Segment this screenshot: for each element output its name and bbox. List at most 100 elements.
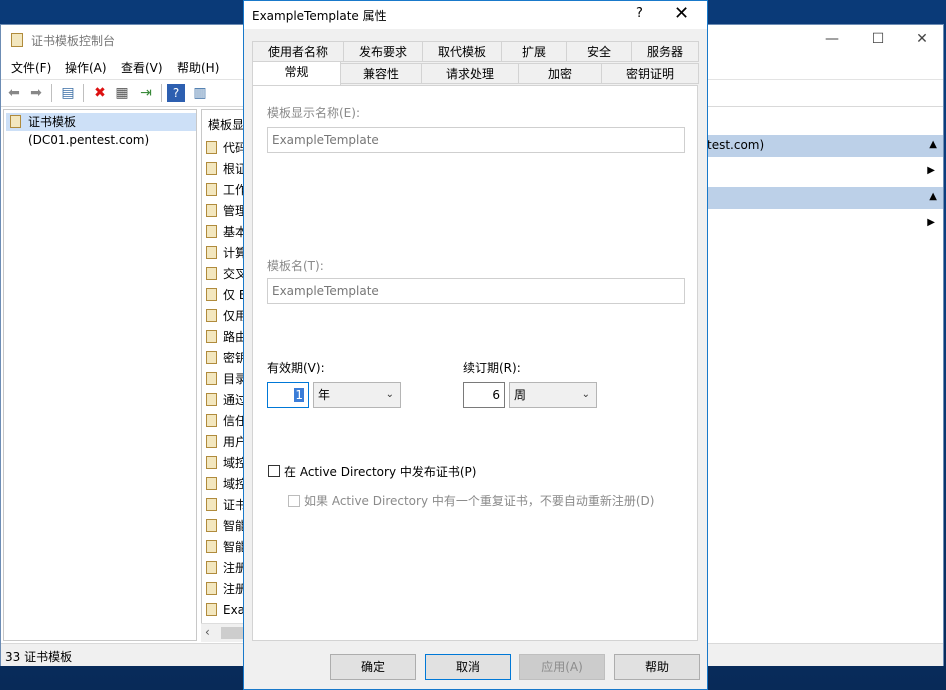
publish-in-ad-checkbox[interactable]	[268, 465, 280, 477]
validity-period-label: 有效期(V):	[267, 361, 325, 375]
template-list-item[interactable]: 代码	[206, 138, 247, 158]
certificate-template-icon	[206, 330, 217, 343]
more-actions-arrow-icon[interactable]: ▶	[927, 217, 935, 228]
ok-button[interactable]: 确定	[330, 654, 416, 680]
actions-section-title: test.com)	[707, 138, 765, 152]
tab-subject-name[interactable]: 使用者名称	[252, 41, 344, 62]
certificate-template-icon	[206, 141, 217, 154]
apply-button[interactable]: 应用(A)	[519, 654, 605, 680]
renewal-unit-value: 周	[514, 388, 527, 402]
template-list-item[interactable]: 注册	[206, 558, 247, 578]
template-list-item[interactable]: 证书	[206, 495, 247, 515]
publish-in-ad-label[interactable]: 在 Active Directory 中发布证书(P)	[284, 463, 476, 480]
context-help-icon[interactable]: ?	[636, 6, 643, 21]
chevron-down-icon: ⌄	[581, 389, 590, 400]
list-column-header-display-name[interactable]: 模板显	[208, 116, 244, 133]
actions-section-header[interactable]: test.com) ▲	[707, 135, 943, 157]
template-list-item[interactable]: 智能	[206, 537, 247, 557]
no-auto-reenroll-label[interactable]: 如果 Active Directory 中有一个重复证书，不要自动重新注册(D)	[304, 492, 654, 509]
export-list-icon[interactable]: ⇥	[137, 84, 155, 102]
validity-unit-value: 年	[318, 388, 331, 402]
tab-request-handling[interactable]: 请求处理	[421, 63, 519, 84]
certificate-template-icon	[206, 246, 217, 259]
validity-unit-select[interactable]: 年 ⌄	[313, 382, 401, 408]
console-app-icon	[11, 33, 23, 47]
tab-cryptography[interactable]: 加密	[518, 63, 602, 84]
scroll-left-icon[interactable]: ‹	[205, 625, 210, 639]
help-button[interactable]: 帮助	[614, 654, 700, 680]
toolbar-separator	[51, 84, 52, 102]
tab-server[interactable]: 服务器	[631, 41, 699, 62]
template-list-item[interactable]: 通过	[206, 390, 247, 410]
collapse-up-icon[interactable]: ▲	[929, 139, 937, 150]
forward-arrow-icon[interactable]: ➡	[27, 84, 45, 102]
template-list-item[interactable]: 仅 E	[206, 285, 246, 305]
menu-action[interactable]: 操作(A)	[65, 59, 107, 76]
dialog-title: ExampleTemplate 属性	[252, 9, 387, 23]
template-list-item[interactable]: 注册	[206, 579, 247, 599]
template-properties-dialog: ExampleTemplate 属性 ? ✕ 使用者名称 发布要求 取代模板 扩…	[243, 0, 708, 690]
tab-superseded-templates[interactable]: 取代模板	[422, 41, 502, 62]
display-name-field[interactable]: ExampleTemplate	[267, 127, 685, 153]
minimize-icon[interactable]: —	[817, 29, 847, 49]
template-list-item[interactable]: 域控	[206, 474, 247, 494]
tab-compatibility[interactable]: 兼容性	[340, 63, 422, 84]
cancel-button[interactable]: 取消	[425, 654, 511, 680]
show-hide-action-pane-icon[interactable]: ▥	[191, 84, 209, 102]
menu-file[interactable]: 文件(F)	[11, 59, 51, 76]
template-list-item-label: Exa	[223, 603, 246, 617]
dialog-close-icon[interactable]: ✕	[674, 3, 689, 24]
certificate-template-icon	[206, 309, 217, 322]
delete-icon[interactable]: ✖	[91, 84, 109, 102]
renewal-period-label: 续订期(R):	[463, 361, 521, 375]
template-name-field[interactable]: ExampleTemplate	[267, 278, 685, 304]
close-icon[interactable]: ✕	[907, 29, 937, 49]
template-list-item[interactable]: 根证	[206, 159, 247, 179]
tab-key-attestation[interactable]: 密钥证明	[601, 63, 699, 84]
certificate-template-icon	[206, 582, 217, 595]
template-list-item[interactable]: 管理	[206, 201, 247, 221]
template-list-item[interactable]: 计算	[206, 243, 247, 263]
template-list-item[interactable]: Exa	[206, 600, 245, 620]
template-list-item[interactable]: 信任	[206, 411, 247, 431]
properties-icon[interactable]: ▦	[113, 84, 131, 102]
certificate-template-icon	[206, 414, 217, 427]
template-list-item[interactable]: 智能	[206, 516, 247, 536]
renewal-unit-select[interactable]: 周 ⌄	[509, 382, 597, 408]
tab-issuance-requirements[interactable]: 发布要求	[343, 41, 423, 62]
template-list-item[interactable]: 路由	[206, 327, 247, 347]
template-list-item[interactable]: 工作	[206, 180, 247, 200]
certificate-template-icon	[206, 225, 217, 238]
template-list-item[interactable]: 目录	[206, 369, 247, 389]
certificate-template-icon	[206, 372, 217, 385]
toolbar-separator	[161, 84, 162, 102]
template-list-item[interactable]: 密钥	[206, 348, 247, 368]
collapse-up-icon[interactable]: ▲	[929, 191, 937, 202]
show-hide-tree-icon[interactable]: ▤	[59, 84, 77, 102]
tab-extensions[interactable]: 扩展	[501, 41, 567, 62]
actions-section-header-selected[interactable]: ▲	[707, 187, 943, 209]
maximize-icon[interactable]: ☐	[863, 29, 893, 49]
renewal-period-input[interactable]: 6	[463, 382, 505, 408]
tab-general[interactable]: 常规	[252, 61, 341, 85]
help-icon[interactable]: ?	[167, 84, 185, 102]
actions-pane: test.com) ▲ ▶ ▲ ▶	[707, 109, 943, 641]
dialog-titlebar: ExampleTemplate 属性 ? ✕	[244, 1, 707, 29]
general-tab-page: 模板显示名称(E): ExampleTemplate 模板名(T): Examp…	[252, 85, 698, 641]
validity-period-input[interactable]: 1	[267, 382, 309, 408]
template-list-item[interactable]: 域控	[206, 453, 247, 473]
list-horizontal-scrollbar[interactable]: ‹	[201, 623, 249, 642]
menu-view[interactable]: 查看(V)	[121, 59, 163, 76]
template-list-item[interactable]: 基本	[206, 222, 247, 242]
certificate-template-icon	[10, 115, 21, 128]
template-list-item[interactable]: 仅用	[206, 306, 247, 326]
menu-help[interactable]: 帮助(H)	[177, 59, 219, 76]
certificate-template-icon	[206, 456, 217, 469]
more-actions-arrow-icon[interactable]: ▶	[927, 165, 935, 176]
tab-security[interactable]: 安全	[566, 41, 632, 62]
no-auto-reenroll-checkbox[interactable]	[288, 495, 300, 507]
template-list-item[interactable]: 交叉	[206, 264, 247, 284]
tree-root-certificate-templates[interactable]: 证书模板(DC01.pentest.com)	[6, 113, 196, 147]
template-list-item[interactable]: 用户	[206, 432, 247, 452]
back-arrow-icon[interactable]: ⬅	[5, 84, 23, 102]
